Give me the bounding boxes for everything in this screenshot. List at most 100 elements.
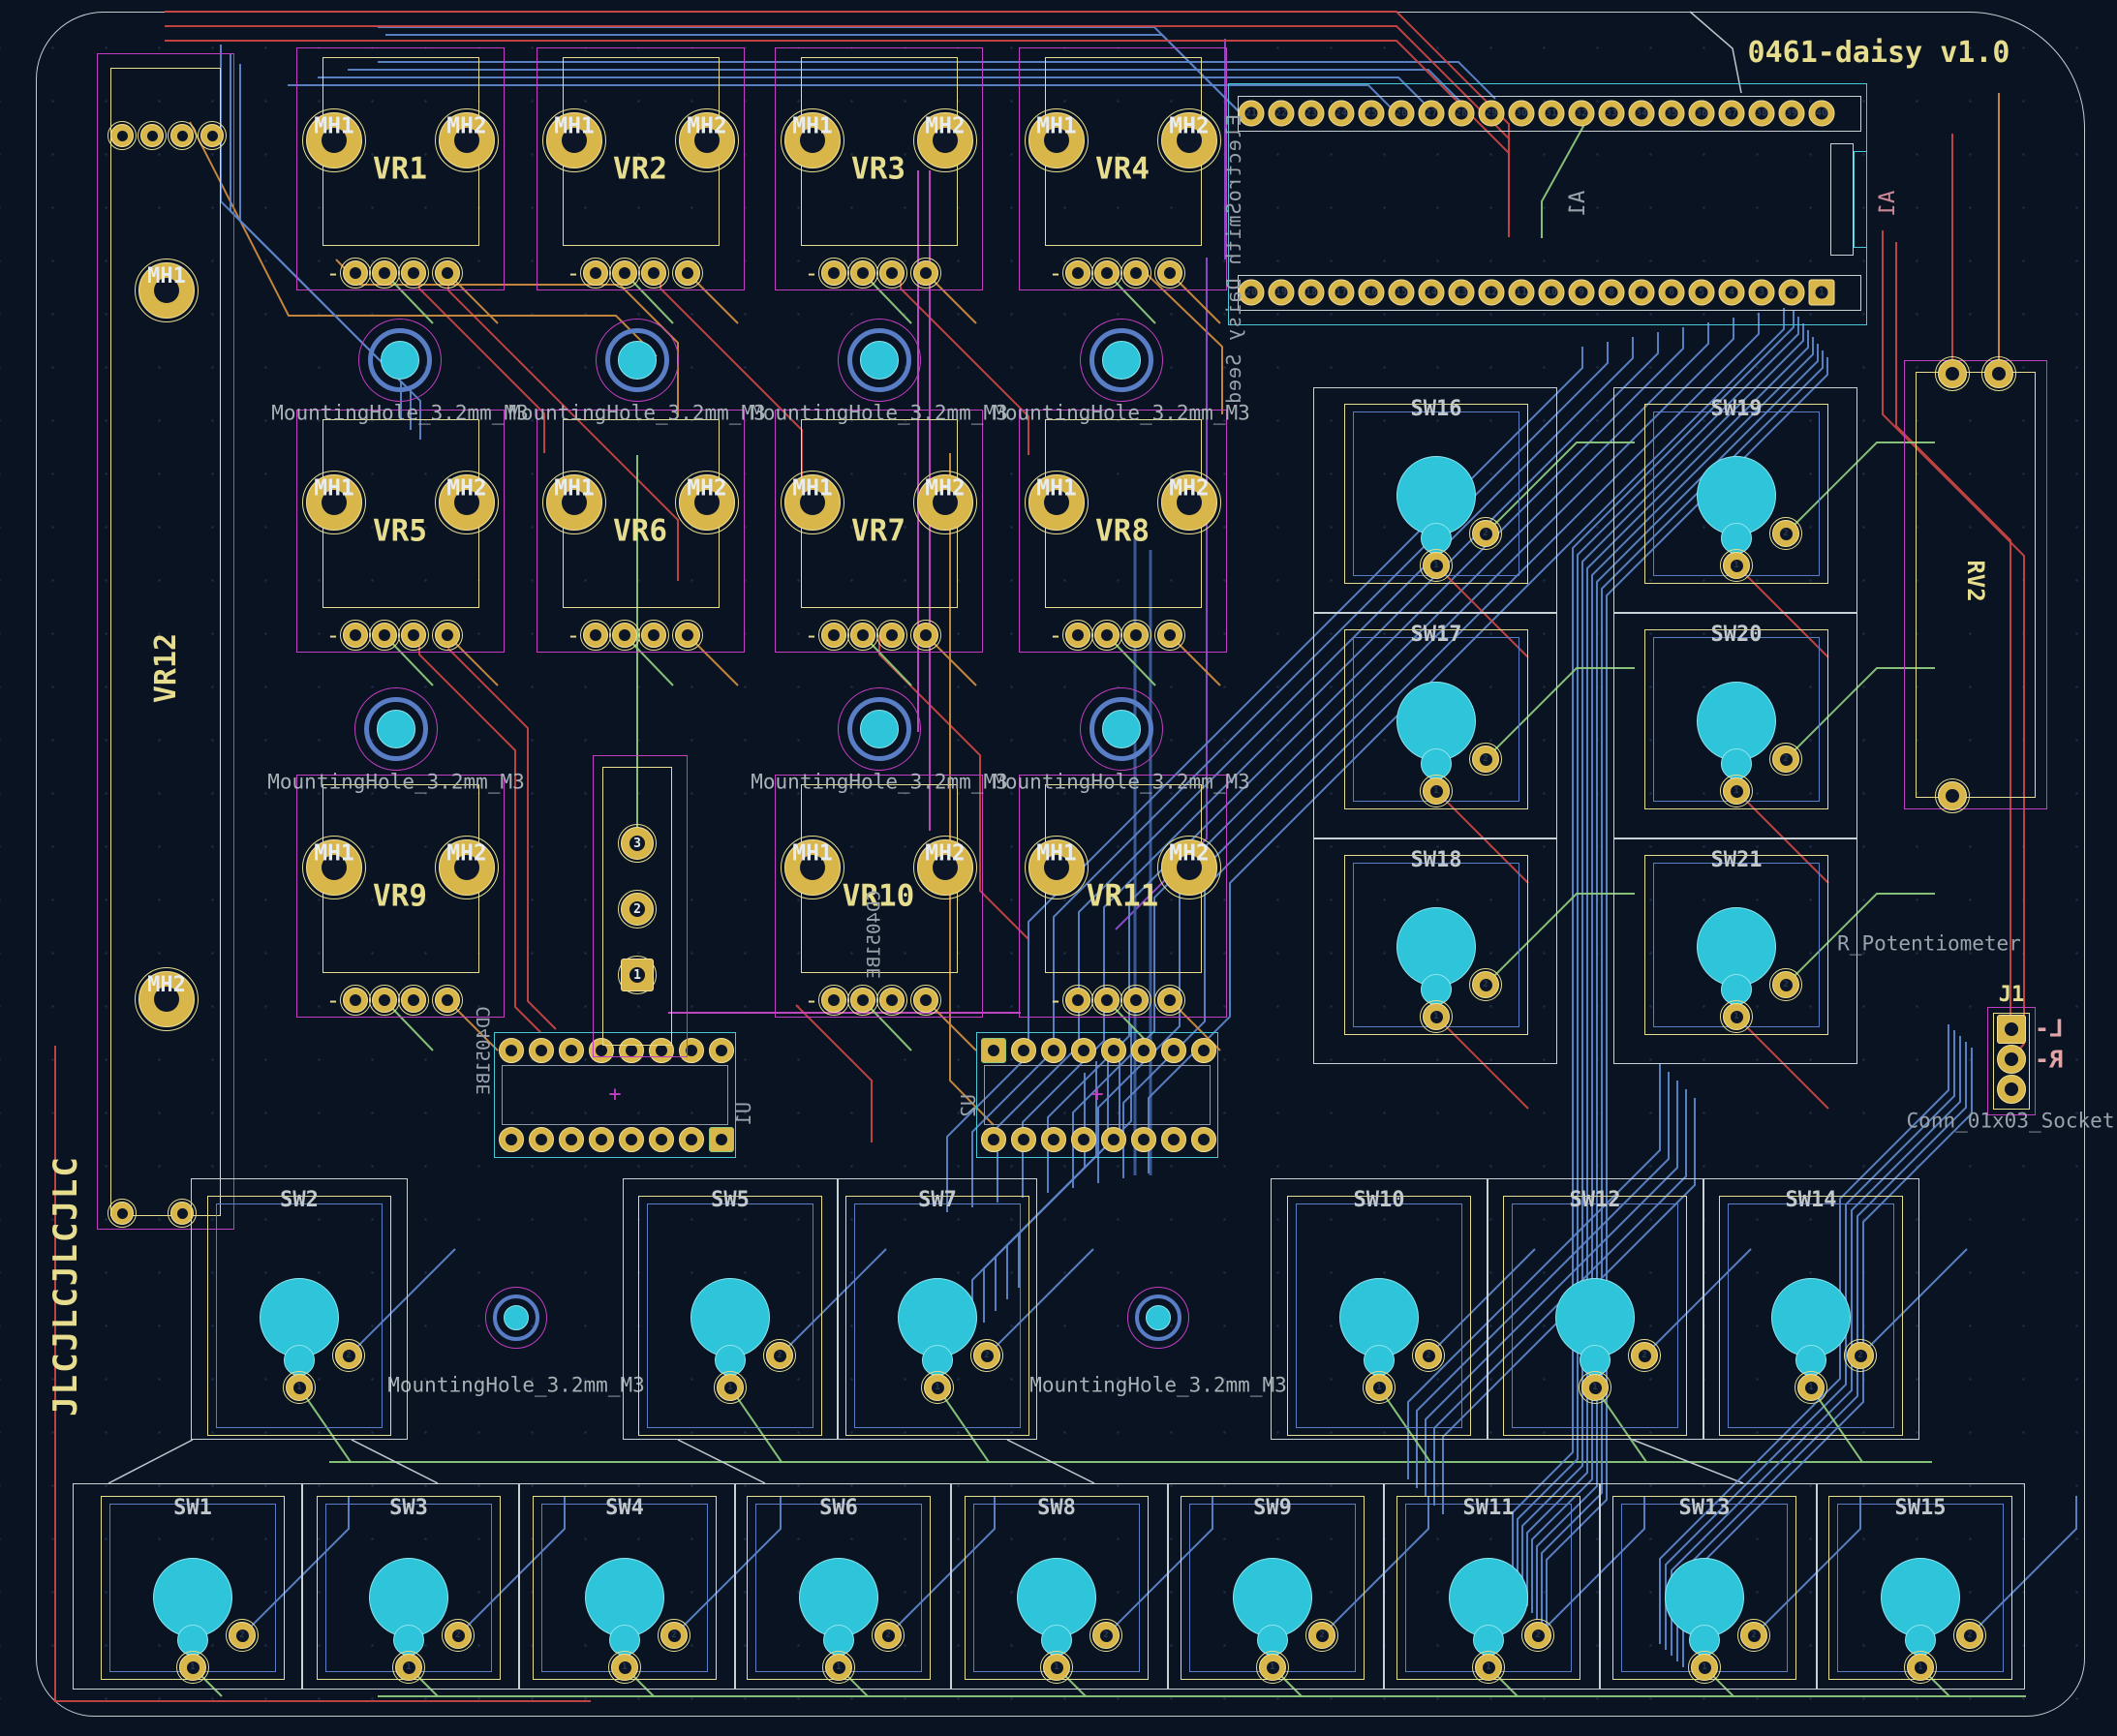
dip-pad[interactable]	[1131, 1127, 1156, 1152]
vr-pin-pad[interactable]	[913, 623, 938, 648]
vr-pin-pad[interactable]	[641, 260, 666, 286]
daisy-pin-pad[interactable]: 32	[1569, 101, 1595, 127]
switch-pad-2[interactable]: 2	[1631, 1342, 1658, 1369]
dip-pad[interactable]	[559, 1127, 584, 1152]
switch-pad-2[interactable]: 2	[1740, 1622, 1767, 1649]
vr-pin-pad[interactable]	[850, 623, 875, 648]
rv2-pad[interactable]	[1984, 359, 2013, 388]
vr-pin-pad[interactable]	[1065, 623, 1090, 648]
vr12-pin-pad[interactable]	[170, 124, 194, 147]
dip-pad[interactable]	[1011, 1127, 1036, 1152]
dip-pad[interactable]	[529, 1038, 554, 1063]
switch-pad-2[interactable]: 2	[229, 1622, 256, 1649]
dip-pad[interactable]	[709, 1038, 734, 1063]
switch-pad-2[interactable]: 2	[1847, 1342, 1874, 1369]
vr-pin-pad[interactable]	[1157, 988, 1182, 1013]
dip-pad[interactable]	[589, 1127, 614, 1152]
daisy-pin-pad[interactable]: 39	[1779, 101, 1805, 127]
vr-pin-pad[interactable]	[913, 260, 938, 286]
daisy-pin-pad[interactable]: 30	[1509, 101, 1535, 127]
switch-pad-2[interactable]: 2	[766, 1342, 793, 1369]
dip-pad[interactable]	[1101, 1038, 1126, 1063]
switch-pad-1[interactable]: 1	[924, 1374, 951, 1401]
vr-pin-pad[interactable]	[343, 623, 368, 648]
daisy-pin-pad[interactable]: 22	[1269, 101, 1295, 127]
vr-pin-pad[interactable]	[821, 260, 846, 286]
daisy-pin-pad[interactable]: 25	[1359, 101, 1385, 127]
vr12-pin-pad[interactable]	[140, 124, 164, 147]
vr-pin-pad[interactable]	[675, 623, 700, 648]
switch-pad-1[interactable]: 1	[1797, 1374, 1825, 1401]
switch-pad-2[interactable]: 2	[1524, 1622, 1551, 1649]
switch-pad-1[interactable]: 1	[1723, 552, 1750, 579]
vr-pin-pad[interactable]	[821, 988, 846, 1013]
daisy-pin-pad[interactable]: 23	[1299, 101, 1325, 127]
vr-pin-pad[interactable]	[435, 988, 460, 1013]
daisy-pin-pad[interactable]: 11	[1509, 280, 1535, 306]
vr-pin-pad[interactable]	[372, 260, 397, 286]
switch-pad-2[interactable]: 2	[973, 1342, 1000, 1369]
dip-pad[interactable]	[499, 1038, 524, 1063]
vr-pin-pad[interactable]	[401, 260, 426, 286]
daisy-pin-pad[interactable]: 19	[1269, 280, 1295, 306]
daisy-pin-pad[interactable]: 28	[1449, 101, 1475, 127]
vr12-pin-pad[interactable]	[200, 124, 224, 147]
vr-pin-pad[interactable]	[372, 623, 397, 648]
vr-pin-pad[interactable]	[1065, 988, 1090, 1013]
daisy-pin-pad[interactable]: 3	[1749, 280, 1775, 306]
rv2-pad[interactable]	[1938, 781, 1967, 810]
vr-pin-pad[interactable]	[612, 623, 637, 648]
dip-pad[interactable]	[1071, 1038, 1096, 1063]
dip-pad[interactable]	[709, 1127, 734, 1152]
switch-pad-1[interactable]: 1	[1723, 777, 1750, 805]
vr-pin-pad[interactable]	[1157, 623, 1182, 648]
vr-pin-pad[interactable]	[1123, 623, 1149, 648]
vr12-pin-pad[interactable]	[110, 1202, 134, 1225]
daisy-pin-pad[interactable]: 7	[1629, 280, 1655, 306]
dip-pad[interactable]	[1131, 1038, 1156, 1063]
daisy-pin-pad[interactable]: 9	[1569, 280, 1595, 306]
dip-pad[interactable]	[1191, 1038, 1216, 1063]
switch-pad-1[interactable]: 1	[717, 1374, 744, 1401]
daisy-pin-pad[interactable]: 26	[1389, 101, 1415, 127]
vr-pin-pad[interactable]	[821, 623, 846, 648]
daisy-pin-pad[interactable]: 24	[1329, 101, 1355, 127]
daisy-pin-pad[interactable]: 13	[1449, 280, 1475, 306]
daisy-pin-pad[interactable]: 2	[1779, 280, 1805, 306]
switch-pad-2[interactable]: 2	[1092, 1622, 1120, 1649]
vr-pin-pad[interactable]	[583, 623, 608, 648]
daisy-pin-pad[interactable]: 34	[1629, 101, 1655, 127]
switch-pad-2[interactable]: 2	[874, 1622, 902, 1649]
dip-pad[interactable]	[981, 1038, 1006, 1063]
conn3-pad[interactable]: 2	[621, 893, 654, 926]
rv2-pad[interactable]	[1938, 359, 1967, 388]
daisy-pin-pad[interactable]: 8	[1599, 280, 1625, 306]
switch-pad-1[interactable]: 1	[1423, 1003, 1450, 1030]
switch-pad-2[interactable]: 2	[1472, 746, 1499, 773]
daisy-pin-pad[interactable]: 29	[1479, 101, 1505, 127]
vr-pin-pad[interactable]	[1065, 260, 1090, 286]
daisy-pin-pad[interactable]: 5	[1689, 280, 1715, 306]
j1-pad-3[interactable]	[1997, 1075, 2026, 1104]
dip-pad[interactable]	[529, 1127, 554, 1152]
daisy-pin-pad[interactable]: 15	[1389, 280, 1415, 306]
daisy-pin-pad[interactable]: 33	[1599, 101, 1625, 127]
switch-pad-1[interactable]: 1	[1581, 1374, 1609, 1401]
vr-pin-pad[interactable]	[913, 988, 938, 1013]
vr-pin-pad[interactable]	[1123, 260, 1149, 286]
switch-pad-2[interactable]: 2	[1956, 1622, 1983, 1649]
daisy-pin-pad[interactable]: 10	[1539, 280, 1565, 306]
vr-pin-pad[interactable]	[401, 988, 426, 1013]
daisy-pin-pad[interactable]: 18	[1299, 280, 1325, 306]
dip-pad[interactable]	[981, 1127, 1006, 1152]
switch-pad-1[interactable]: 1	[286, 1374, 313, 1401]
daisy-pin-pad[interactable]: 38	[1749, 101, 1775, 127]
vr-pin-pad[interactable]	[343, 260, 368, 286]
dip-pad[interactable]	[1041, 1038, 1066, 1063]
dip-pad[interactable]	[1101, 1127, 1126, 1152]
daisy-pin-pad[interactable]: 31	[1539, 101, 1565, 127]
switch-pad-2[interactable]: 2	[1772, 971, 1799, 998]
vr12-pin-pad[interactable]	[110, 124, 134, 147]
switch-pad-2[interactable]: 2	[1308, 1622, 1335, 1649]
switch-pad-2[interactable]: 2	[1772, 520, 1799, 547]
